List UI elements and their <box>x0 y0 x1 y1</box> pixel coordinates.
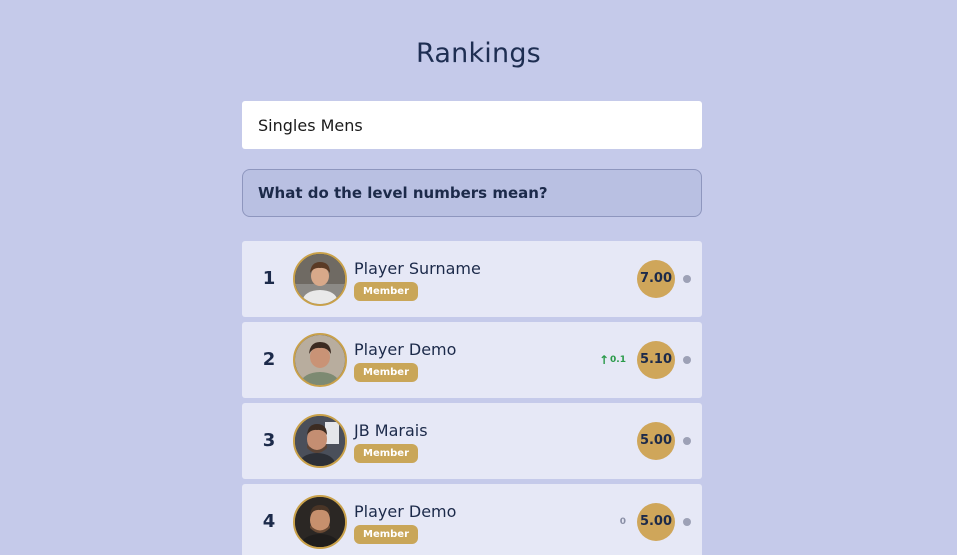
rank-number: 3 <box>262 430 276 451</box>
player-name: Player Demo <box>354 340 457 359</box>
ranking-row[interactable]: 1 Player Surname Member 7.00 <box>242 241 702 317</box>
level-change-value: 0.1 <box>610 355 626 365</box>
level-badge: 7.00 <box>637 260 675 298</box>
level-badge: 5.10 <box>637 341 675 379</box>
status-dot-icon <box>683 356 691 364</box>
rank-number: 2 <box>262 349 276 370</box>
player-photo-icon <box>293 495 347 549</box>
page-title: Rankings <box>416 38 541 69</box>
status-dot-icon <box>683 518 691 526</box>
category-select[interactable]: Singles Mens <box>242 101 702 149</box>
rankings-page: Rankings Singles Mens What do the level … <box>0 0 957 555</box>
player-photo-icon <box>293 414 347 468</box>
player-name: JB Marais <box>354 421 428 440</box>
level-change-indicator: 0 <box>620 484 626 555</box>
status-dot-icon <box>683 437 691 445</box>
rank-number: 4 <box>262 511 276 532</box>
member-badge: Member <box>354 525 419 544</box>
level-badge: 5.00 <box>637 422 675 460</box>
player-name: Player Demo <box>354 502 457 521</box>
level-badge: 5.00 <box>637 503 675 541</box>
ranking-row[interactable]: 2 Player Demo Member ↑ 0.1 5.10 <box>242 322 702 398</box>
level-change-value: 0 <box>619 517 626 527</box>
arrow-up-icon: ↑ <box>598 353 610 367</box>
rankings-list: 1 Player Surname Member 7.00 2 Player De… <box>242 241 702 555</box>
member-badge: Member <box>354 363 419 382</box>
rank-number: 1 <box>262 268 276 289</box>
member-badge: Member <box>354 444 419 463</box>
category-select-value: Singles Mens <box>258 115 363 135</box>
member-badge: Member <box>354 282 419 301</box>
level-info-toggle[interactable]: What do the level numbers mean? <box>242 169 702 217</box>
ranking-row[interactable]: 4 Player Demo Member 0 5.00 <box>242 484 702 555</box>
ranking-row[interactable]: 3 JB Marais Member 5.00 <box>242 403 702 479</box>
level-info-label: What do the level numbers mean? <box>258 184 548 202</box>
player-name: Player Surname <box>354 259 481 278</box>
status-dot-icon <box>683 275 691 283</box>
level-change-indicator: ↑ 0.1 <box>599 322 626 398</box>
player-photo-icon <box>293 333 347 387</box>
player-photo-icon <box>293 252 347 306</box>
